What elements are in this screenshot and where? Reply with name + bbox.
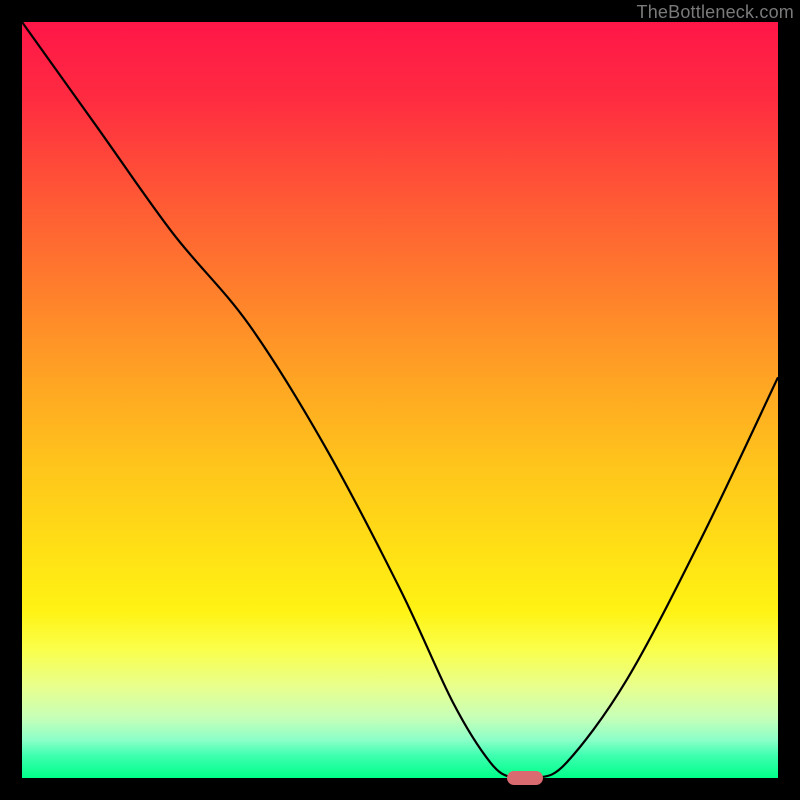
- chart-frame: TheBottleneck.com: [0, 0, 800, 800]
- plot-area: [22, 22, 778, 778]
- watermark-text: TheBottleneck.com: [637, 2, 794, 23]
- optimum-marker: [507, 771, 543, 785]
- bottleneck-curve: [22, 22, 778, 778]
